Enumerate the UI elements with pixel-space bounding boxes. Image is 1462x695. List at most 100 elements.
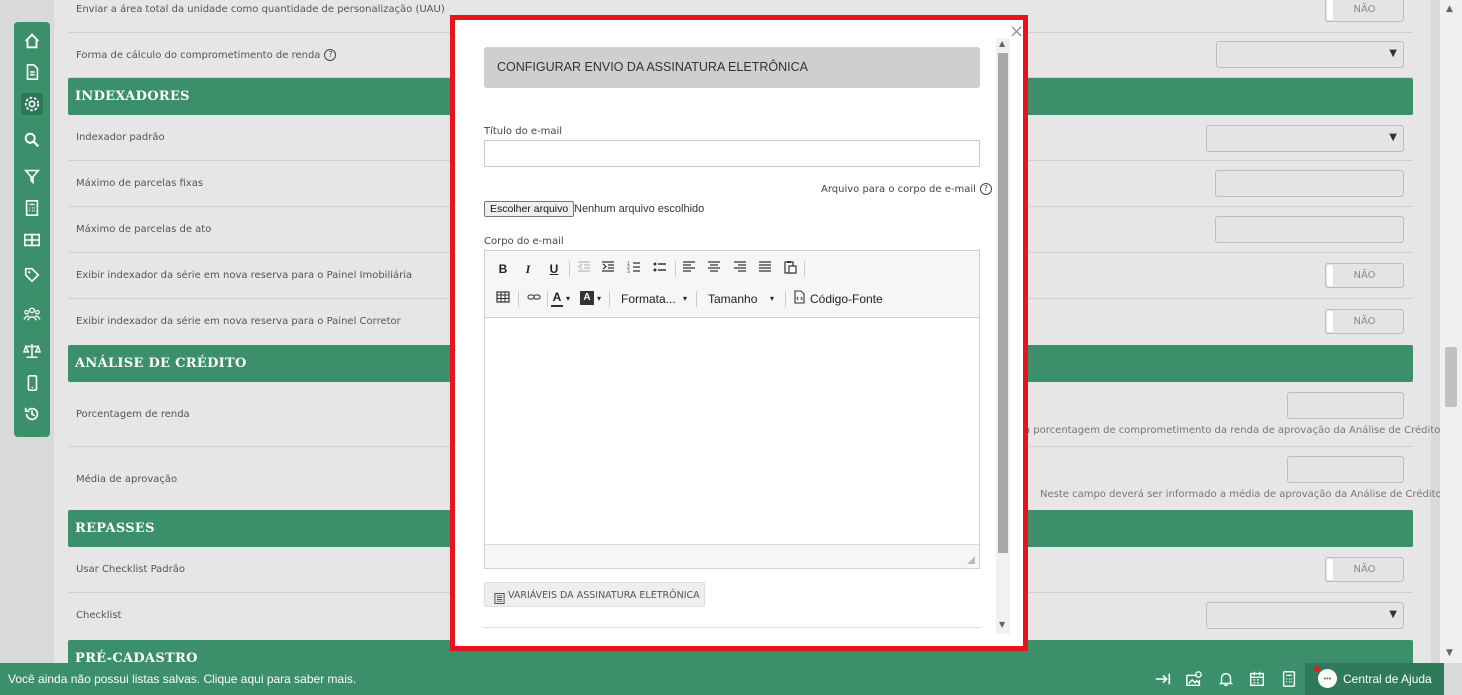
section-title: INDEXADORES [75, 89, 190, 104]
email-body-label: Corpo do e-mail [484, 236, 564, 247]
scrollbar-thumb[interactable] [1445, 347, 1457, 407]
text-color-button[interactable]: A [551, 289, 563, 307]
chevron-down-icon[interactable]: ▾ [681, 290, 689, 308]
parcelas-ato-input[interactable] [1215, 216, 1404, 243]
bottom-status-bar: Você ainda não possui listas salvas. Cli… [0, 663, 1444, 695]
history-icon[interactable] [21, 403, 43, 425]
field-hint: Neste campo deverá ser informado a média… [1040, 489, 1445, 500]
indent-icon[interactable] [600, 260, 616, 278]
collapse-arrow-icon[interactable] [1154, 670, 1172, 688]
section-title: REPASSES [75, 521, 155, 536]
calc-select[interactable]: ▼ [1216, 41, 1404, 68]
parcelas-fixas-input[interactable] [1215, 170, 1404, 197]
bold-button[interactable]: B [495, 260, 511, 278]
align-left-icon[interactable] [681, 260, 697, 278]
paste-icon[interactable] [782, 260, 798, 278]
attachment-label-text: Arquivo para o corpo de e-mail [821, 184, 976, 195]
source-code-button[interactable]: Código-Fonte [810, 290, 883, 308]
page-scrollbar[interactable]: ▲ ▼ [1440, 0, 1462, 663]
document-icon[interactable] [21, 61, 43, 83]
chevron-down-icon[interactable]: ▾ [564, 290, 572, 308]
uau-toggle[interactable]: NÃO [1325, 0, 1404, 22]
row-label: Checklist [76, 610, 122, 621]
format-dropdown[interactable]: Formata... [621, 290, 676, 308]
calendar-icon[interactable] [1248, 670, 1266, 688]
bullet-list-icon[interactable] [652, 260, 668, 278]
source-code-icon[interactable] [792, 290, 806, 308]
row-label: Exibir indexador da série em nova reserv… [76, 316, 401, 327]
indexador-select[interactable]: ▼ [1206, 125, 1404, 152]
underline-button[interactable]: U [546, 260, 562, 278]
row-label: Enviar a área total da unidade como quan… [76, 4, 445, 15]
modal-scrollbar[interactable]: ▲ ▼ [996, 38, 1010, 634]
email-title-label: Título do e-mail [484, 126, 563, 137]
modal-divider [484, 627, 980, 628]
row-label: Porcentagem de renda [76, 409, 190, 420]
exibir-imob-toggle[interactable]: NÃO [1325, 263, 1404, 288]
checklist-select[interactable]: ▼ [1206, 602, 1404, 629]
signature-variables-button[interactable]: VARIÁVEIS DA ASSINATURA ELETRÔNICA [484, 582, 705, 607]
exibir-corretor-toggle[interactable]: NÃO [1325, 309, 1404, 334]
checklist-padrao-toggle[interactable]: NÃO [1325, 557, 1404, 582]
svg-text:3: 3 [627, 269, 630, 274]
outdent-icon[interactable] [576, 260, 592, 278]
mobile-icon[interactable] [21, 372, 43, 394]
numbered-list-icon[interactable]: 123 [626, 260, 642, 278]
list-document-icon [494, 589, 505, 608]
chevron-down-icon: ▼ [1389, 48, 1397, 59]
background-color-button[interactable]: A [580, 291, 594, 305]
chevron-down-icon[interactable]: ▾ [595, 290, 603, 308]
help-icon[interactable]: ? [324, 49, 337, 61]
table-icon[interactable] [21, 229, 43, 251]
bell-icon[interactable] [1217, 670, 1235, 688]
modal-scrollbar-thumb[interactable] [998, 53, 1008, 553]
tag-icon[interactable] [21, 264, 43, 286]
help-icon[interactable]: ? [979, 183, 992, 195]
modal-title: CONFIGURAR ENVIO DA ASSINATURA ELETRÔNIC… [497, 60, 808, 74]
help-center-label: Central de Ajuda [1343, 672, 1432, 686]
calculator-icon[interactable] [21, 197, 43, 219]
chevron-down-icon[interactable]: ▾ [768, 290, 776, 308]
row-label: Máximo de parcelas de ato [76, 224, 212, 235]
scroll-up-arrow-icon[interactable]: ▲ [999, 39, 1005, 48]
left-nav-sidebar [14, 22, 50, 437]
email-body-editor[interactable] [485, 318, 979, 544]
image-settings-icon[interactable] [1185, 670, 1203, 688]
align-right-icon[interactable] [732, 260, 748, 278]
italic-button[interactable]: I [520, 260, 536, 278]
row-label: Forma de cálculo do comprometimento de r… [76, 49, 337, 61]
chevron-down-icon: ▼ [1389, 609, 1397, 620]
help-center-button[interactable]: Central de Ajuda [1305, 663, 1444, 695]
scroll-up-arrow-icon[interactable]: ▲ [1446, 4, 1453, 14]
row-label: Indexador padrão [76, 132, 165, 143]
row-label: Máximo de parcelas fixas [76, 178, 204, 189]
editor-statusbar [485, 544, 979, 568]
media-input[interactable] [1287, 456, 1404, 483]
choose-file-button[interactable]: Escolher arquivo [484, 201, 575, 217]
calculator-icon[interactable] [1280, 670, 1298, 688]
home-icon[interactable] [21, 30, 43, 52]
users-group-icon[interactable] [21, 303, 43, 325]
close-icon[interactable]: × [1009, 23, 1024, 41]
section-title: ANÁLISE DE CRÉDITO [75, 356, 247, 371]
resize-handle-icon[interactable] [967, 556, 975, 564]
chevron-down-icon: ▼ [1389, 132, 1397, 143]
toggle-label: NÃO [1353, 316, 1376, 327]
scroll-down-arrow-icon[interactable]: ▼ [999, 620, 1005, 629]
filter-icon[interactable] [21, 165, 43, 187]
table-icon[interactable] [495, 290, 511, 308]
toggle-label: NÃO [1353, 564, 1376, 575]
align-justify-icon[interactable] [757, 260, 773, 278]
search-icon[interactable] [21, 129, 43, 151]
porcentagem-input[interactable] [1287, 392, 1404, 419]
scroll-down-arrow-icon[interactable]: ▼ [1446, 648, 1453, 658]
size-dropdown[interactable]: Tamanho [708, 290, 757, 308]
balance-scale-icon[interactable] [21, 340, 43, 362]
align-center-icon[interactable] [706, 260, 722, 278]
link-icon[interactable] [526, 290, 542, 308]
editor-toolbar: B I U 123 A ▾ A ▾ Formata... ▾ Tamanho ▾… [485, 251, 979, 318]
settings-gear-icon[interactable] [21, 93, 43, 115]
rich-text-editor: B I U 123 A ▾ A ▾ Formata... ▾ Tamanho ▾… [484, 250, 980, 569]
email-title-input[interactable] [484, 140, 980, 167]
saved-lists-message[interactable]: Você ainda não possui listas salvas. Cli… [8, 672, 356, 686]
